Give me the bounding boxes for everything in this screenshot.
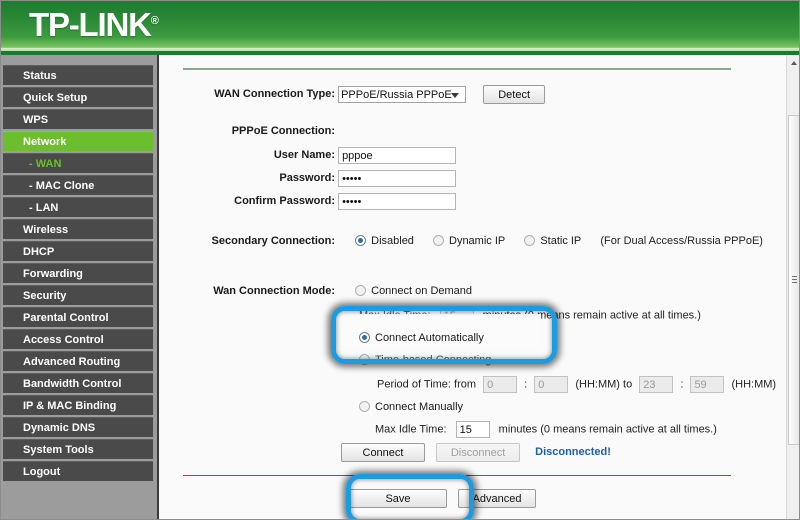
confirm-password-label: Confirm Password: bbox=[234, 195, 335, 208]
sidebar-item-wan[interactable]: - WAN bbox=[3, 153, 153, 173]
manual-idle-label: Max Idle Time: bbox=[375, 423, 447, 436]
scrollbar-thumb[interactable] bbox=[788, 115, 799, 445]
secondary-static-ip-label[interactable]: Static IP bbox=[540, 235, 581, 247]
on-demand-idle-suffix: minutes (0 means remain active at all ti… bbox=[482, 309, 701, 322]
confirm-password-row: Confirm Password: bbox=[183, 193, 457, 210]
password-row: Password: bbox=[183, 170, 457, 187]
sidebar-item-bandwidth-control[interactable]: Bandwidth Control bbox=[3, 373, 153, 393]
wan-settings-form: WAN Connection Type: PPPoE/Russia PPPoE … bbox=[159, 55, 776, 519]
scroll-up-arrow-icon[interactable] bbox=[787, 55, 799, 70]
secondary-disabled-label[interactable]: Disabled bbox=[371, 235, 414, 247]
period-end-note: (HH:MM) bbox=[731, 378, 777, 391]
secondary-disabled-radio[interactable] bbox=[355, 235, 367, 246]
secondary-connection-label: Secondary Connection: bbox=[211, 235, 335, 247]
connect-on-demand-label[interactable]: Connect on Demand bbox=[371, 285, 472, 297]
tplink-logo: TP-LINK® bbox=[29, 6, 159, 44]
advanced-button[interactable]: Advanced bbox=[458, 489, 537, 508]
router-admin-window: TP-LINK® Status Quick Setup WPS Network - WA… bbox=[0, 0, 800, 520]
disconnect-button: Disconnect bbox=[436, 443, 521, 462]
sidebar-item-dynamic-dns[interactable]: Dynamic DNS bbox=[3, 417, 153, 437]
body-area: Status Quick Setup WPS Network - WAN - MAC Cl… bbox=[1, 55, 799, 519]
registered-mark-icon: ® bbox=[150, 15, 159, 27]
secondary-connection-note: (For Dual Access/Russia PPPoE) bbox=[600, 235, 763, 247]
connect-button[interactable]: Connect bbox=[341, 443, 425, 462]
wan-connection-mode-label: Wan Connection Mode: bbox=[213, 285, 335, 297]
wan-connection-mode-row: Wan Connection Mode: Connect on Demand bbox=[183, 285, 488, 297]
sidebar-item-advanced-routing[interactable]: Advanced Routing bbox=[3, 351, 153, 371]
pppoe-section-label: PPPoE Connection: bbox=[231, 125, 335, 137]
time-based-connecting-label[interactable]: Time-based Connecting bbox=[375, 354, 491, 366]
form-actions-row: Save Advanced bbox=[349, 489, 537, 508]
content-pane: WAN Connection Type: PPPoE/Russia PPPoE … bbox=[159, 55, 799, 519]
brand-header: TP-LINK® bbox=[1, 1, 799, 51]
period-to-minute-input[interactable] bbox=[690, 376, 725, 393]
bottom-divider bbox=[183, 475, 731, 476]
sidebar-item-access-control[interactable]: Access Control bbox=[3, 329, 153, 349]
period-of-time-row: Period of Time: from : (HH:MM) to : (HH:… bbox=[377, 376, 776, 393]
sidebar-item-parental-control[interactable]: Parental Control bbox=[3, 307, 153, 327]
sidebar-item-system-tools[interactable]: System Tools bbox=[3, 439, 153, 459]
sidebar-item-logout[interactable]: Logout bbox=[3, 461, 153, 481]
save-button[interactable]: Save bbox=[349, 489, 447, 508]
sidebar-item-security[interactable]: Security bbox=[3, 285, 153, 305]
top-divider bbox=[183, 68, 731, 70]
password-input[interactable] bbox=[338, 170, 457, 187]
period-middle-note: (HH:MM) to bbox=[575, 378, 633, 391]
password-label: Password: bbox=[279, 172, 335, 185]
wan-connection-type-label: WAN Connection Type: bbox=[214, 88, 335, 101]
secondary-connection-row: Secondary Connection: Disabled Dynamic I… bbox=[183, 235, 763, 247]
on-demand-idle-label: Max Idle Time: bbox=[359, 309, 431, 322]
confirm-password-input[interactable] bbox=[338, 193, 457, 210]
sidebar-item-quick-setup[interactable]: Quick Setup bbox=[3, 87, 153, 107]
connection-status-text: Disconnected! bbox=[535, 446, 611, 459]
connect-manually-label[interactable]: Connect Manually bbox=[375, 401, 463, 413]
connect-on-demand-radio[interactable] bbox=[355, 285, 367, 296]
wan-connection-type-select-wrap[interactable]: PPPoE/Russia PPPoE bbox=[338, 86, 467, 103]
secondary-static-ip-radio[interactable] bbox=[524, 235, 536, 246]
sidebar-nav: Status Quick Setup WPS Network - WAN - MAC Cl… bbox=[1, 55, 157, 519]
wan-connection-type-select[interactable]: PPPoE/Russia PPPoE bbox=[338, 86, 467, 103]
sidebar-item-network[interactable]: Network bbox=[3, 131, 153, 151]
sidebar-item-forwarding[interactable]: Forwarding bbox=[3, 263, 153, 283]
secondary-dynamic-ip-radio[interactable] bbox=[433, 235, 444, 246]
sidebar-item-wireless[interactable]: Wireless bbox=[3, 219, 153, 239]
detect-button[interactable]: Detect bbox=[483, 85, 546, 104]
username-input[interactable] bbox=[338, 147, 457, 164]
sidebar-item-ip-mac-binding[interactable]: IP & MAC Binding bbox=[3, 395, 153, 415]
logo-text: TP-LINK bbox=[29, 6, 152, 43]
period-to-hour-input[interactable] bbox=[639, 376, 674, 393]
secondary-dynamic-ip-label[interactable]: Dynamic IP bbox=[449, 235, 505, 247]
sidebar-item-wps[interactable]: WPS bbox=[3, 109, 153, 129]
connect-automatically-radio[interactable] bbox=[359, 332, 370, 343]
connection-actions-row: Connect Disconnect Disconnected! bbox=[341, 443, 611, 462]
pppoe-section-row: PPPoE Connection: bbox=[183, 125, 335, 137]
on-demand-idle-row: Max Idle Time: minutes (0 means remain a… bbox=[359, 307, 701, 324]
time-based-connecting-row: Time-based Connecting bbox=[359, 354, 507, 366]
manual-idle-input[interactable] bbox=[455, 421, 490, 438]
username-label: User Name: bbox=[273, 149, 335, 162]
period-to-colon: : bbox=[680, 378, 684, 391]
sidebar-item-lan[interactable]: - LAN bbox=[3, 197, 153, 217]
connect-manually-radio[interactable] bbox=[359, 401, 370, 412]
sidebar-item-status[interactable]: Status bbox=[3, 65, 153, 85]
manual-idle-row: Max Idle Time: minutes (0 means remain a… bbox=[375, 421, 717, 438]
period-of-time-label: Period of Time: from bbox=[377, 378, 477, 391]
username-row: User Name: bbox=[183, 147, 457, 164]
sidebar-item-dhcp[interactable]: DHCP bbox=[3, 241, 153, 261]
connect-automatically-row: Connect Automatically bbox=[359, 332, 500, 344]
period-from-hour-input[interactable] bbox=[483, 376, 518, 393]
connect-manually-row: Connect Manually bbox=[359, 401, 479, 413]
sidebar-item-mac-clone[interactable]: - MAC Clone bbox=[3, 175, 153, 195]
period-from-colon: : bbox=[524, 378, 528, 391]
wan-connection-type-row: WAN Connection Type: PPPoE/Russia PPPoE … bbox=[183, 85, 546, 104]
connect-automatically-label[interactable]: Connect Automatically bbox=[375, 332, 484, 344]
vertical-scrollbar[interactable] bbox=[786, 55, 799, 519]
time-based-connecting-radio[interactable] bbox=[359, 354, 370, 365]
on-demand-idle-input[interactable] bbox=[439, 307, 474, 324]
manual-idle-suffix: minutes (0 means remain active at all ti… bbox=[498, 423, 717, 436]
period-from-minute-input[interactable] bbox=[534, 376, 569, 393]
